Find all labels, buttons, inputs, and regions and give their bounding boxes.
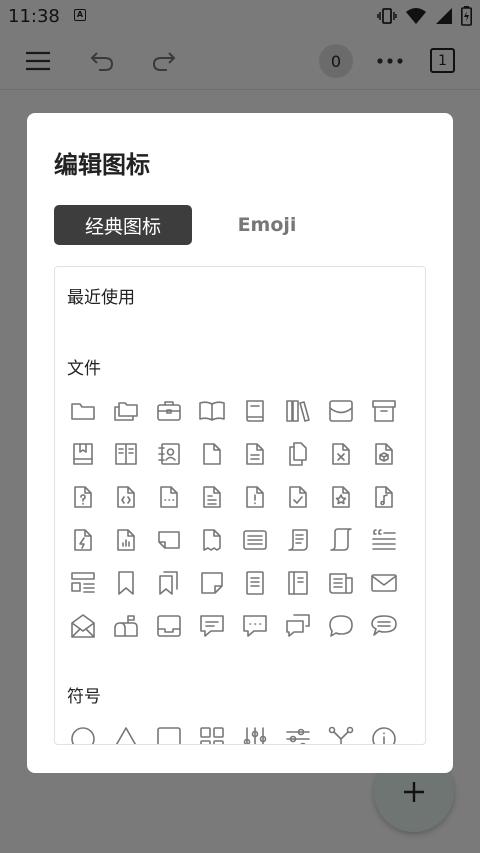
more-icon [377, 58, 403, 64]
newspaper-icon[interactable] [319, 561, 362, 604]
chat-oval-lines-icon[interactable] [362, 604, 405, 647]
document-lines-icon[interactable] [233, 518, 276, 561]
editor-toolbar: 0 1 [0, 32, 480, 90]
tab-emoji[interactable]: Emoji [217, 205, 317, 245]
file-music-icon[interactable] [362, 475, 405, 518]
section-recent-label: 最近使用 [67, 288, 135, 308]
dialog-title: 编辑图标 [54, 151, 150, 179]
signal-icon [436, 8, 452, 24]
bookmark-book-icon[interactable] [61, 432, 104, 475]
inbox-tray-icon[interactable] [319, 389, 362, 432]
contact-book-icon[interactable] [147, 432, 190, 475]
files-icon-grid [61, 389, 405, 647]
ledger-icon[interactable] [276, 561, 319, 604]
hamburger-menu-icon [26, 51, 50, 71]
mail-icon[interactable] [362, 561, 405, 604]
chat-lines-icon[interactable] [190, 604, 233, 647]
file-chart-icon[interactable] [104, 518, 147, 561]
file-torn-icon[interactable] [190, 518, 233, 561]
undo-button[interactable] [85, 44, 119, 78]
notification-a-icon: A [74, 9, 86, 21]
icon-picker-panel[interactable]: 最近使用 文件 符号 [54, 266, 426, 745]
tab-classic-icons[interactable]: 经典图标 [54, 205, 192, 245]
redo-button[interactable] [147, 44, 181, 78]
file-cube-icon[interactable] [362, 432, 405, 475]
undo-icon [90, 52, 114, 71]
folder-icon[interactable] [61, 389, 104, 432]
circle-icon[interactable] [61, 717, 104, 744]
scroll-open-icon[interactable] [319, 518, 362, 561]
folders-icon[interactable] [104, 389, 147, 432]
quote-lines-icon[interactable] [362, 518, 405, 561]
file-list-icon[interactable] [190, 475, 233, 518]
sliders-horizontal-icon[interactable] [276, 717, 319, 744]
battery-icon [461, 6, 472, 26]
section-files-label: 文件 [67, 359, 101, 379]
redo-icon [152, 52, 176, 71]
file-check-icon[interactable] [276, 475, 319, 518]
bookshelf-icon[interactable] [276, 389, 319, 432]
bookmark-icon[interactable] [104, 561, 147, 604]
status-bar: 11:38 A [0, 0, 480, 32]
wifi-icon [406, 8, 426, 24]
file-dots-icon[interactable] [147, 475, 190, 518]
chat-dots-icon[interactable] [233, 604, 276, 647]
files-copy-icon[interactable] [276, 432, 319, 475]
vibrate-icon [377, 8, 397, 24]
mail-open-icon[interactable] [61, 604, 104, 647]
triangle-icon[interactable] [104, 717, 147, 744]
plus-icon [404, 782, 424, 802]
scroll-icon[interactable] [276, 518, 319, 561]
book-open-icon[interactable] [190, 389, 233, 432]
book-icon[interactable] [233, 389, 276, 432]
status-time: 11:38 [8, 6, 60, 27]
file-code-icon[interactable] [104, 475, 147, 518]
chat-double-icon[interactable] [276, 604, 319, 647]
file-icon[interactable] [190, 432, 233, 475]
note-lines-icon[interactable] [233, 561, 276, 604]
info-icon[interactable] [362, 717, 405, 744]
edit-icon-dialog: 编辑图标 经典图标 Emoji 最近使用 文件 符号 [27, 113, 453, 773]
archive-box-icon[interactable] [362, 389, 405, 432]
mailbox-icon[interactable] [104, 604, 147, 647]
page-count-button[interactable]: 1 [430, 48, 455, 73]
sticky-note-icon[interactable] [190, 561, 233, 604]
symbols-icon-grid [61, 717, 405, 744]
briefcase-icon[interactable] [147, 389, 190, 432]
status-icons [377, 6, 472, 26]
file-question-icon[interactable] [61, 475, 104, 518]
sliders-vertical-icon[interactable] [233, 717, 276, 744]
layout-list-icon[interactable] [61, 561, 104, 604]
chat-bubble-icon[interactable] [319, 604, 362, 647]
menu-button[interactable] [21, 44, 55, 78]
file-lightning-icon[interactable] [61, 518, 104, 561]
file-x-icon[interactable] [319, 432, 362, 475]
branch-icon[interactable] [319, 717, 362, 744]
file-text-icon[interactable] [233, 432, 276, 475]
file-alert-icon[interactable] [233, 475, 276, 518]
grid-icon[interactable] [190, 717, 233, 744]
notebook-icon[interactable] [104, 432, 147, 475]
bookmarks-icon[interactable] [147, 561, 190, 604]
counter-badge[interactable]: 0 [319, 44, 353, 78]
file-star-icon[interactable] [319, 475, 362, 518]
tray-icon[interactable] [147, 604, 190, 647]
file-folded-icon[interactable] [147, 518, 190, 561]
section-symbols-label: 符号 [67, 687, 101, 707]
more-button[interactable] [373, 44, 407, 78]
square-icon[interactable] [147, 717, 190, 744]
